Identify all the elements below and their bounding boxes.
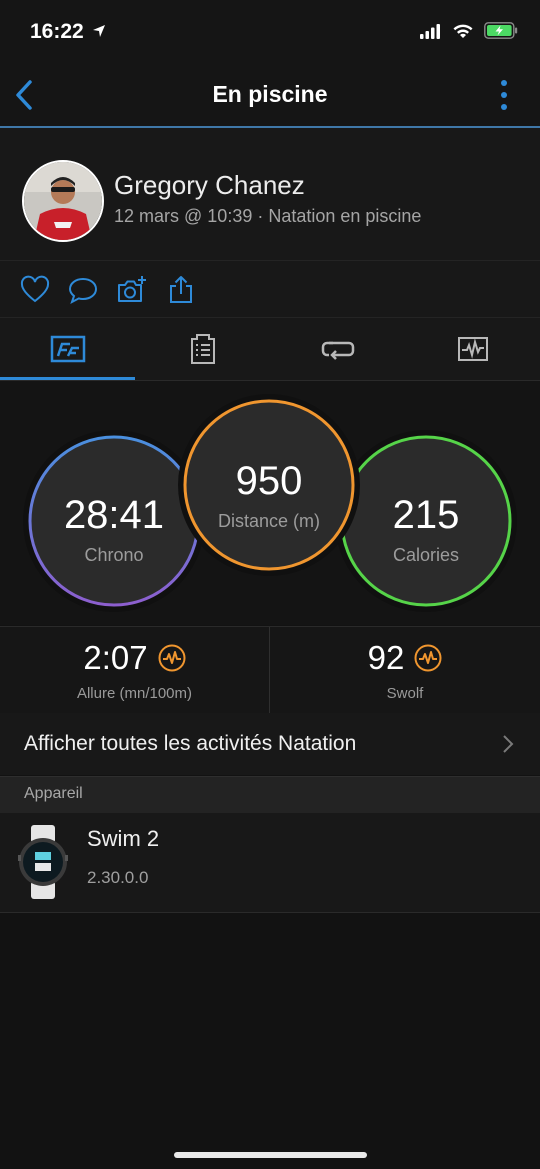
watch-icon xyxy=(18,825,68,899)
navigation-bar: En piscine xyxy=(0,64,540,128)
calories-ring: 215 Calories xyxy=(334,429,518,613)
avatar[interactable] xyxy=(22,160,104,242)
details-list-icon xyxy=(190,334,215,364)
signal-icon xyxy=(420,23,440,39)
tab-bar xyxy=(0,318,540,381)
chevron-right-icon xyxy=(503,735,514,753)
device-row[interactable]: Swim 2 2.30.0.0 xyxy=(0,813,540,913)
distance-value: 950 xyxy=(235,459,303,503)
calories-label: Calories xyxy=(392,545,460,565)
camera-add-icon xyxy=(118,276,146,302)
summary-rings: 28:41 Chrono 215 Calories 950 Distance (… xyxy=(0,381,540,625)
swolf-stat[interactable]: 92 Swolf xyxy=(270,627,540,713)
device-name: Swim 2 xyxy=(87,826,160,851)
pace-value: 2:07 xyxy=(83,639,148,676)
status-bar: 16:22 xyxy=(0,0,540,64)
summary-stats-icon xyxy=(50,335,85,363)
share-button[interactable] xyxy=(166,275,196,305)
heart-icon xyxy=(20,275,50,303)
activity-subtitle: 12 mars @ 10:39 · Natation en piscine xyxy=(114,206,422,226)
comment-button[interactable] xyxy=(68,275,98,305)
status-time: 16:22 xyxy=(30,20,106,44)
stats-row: 2:07 Allure (mn/100m) 92 Swolf xyxy=(0,626,540,714)
social-actions-bar xyxy=(0,261,540,318)
page-title: En piscine xyxy=(212,81,328,107)
avatar-photo xyxy=(24,162,102,240)
add-photo-button[interactable] xyxy=(116,275,146,305)
home-indicator[interactable] xyxy=(174,1152,367,1158)
device-version: 2.30.0.0 xyxy=(87,868,149,887)
all-swim-activities-label: Afficher toutes les activités Natation xyxy=(24,732,357,755)
all-swim-activities-link[interactable]: Afficher toutes les activités Natation xyxy=(0,713,540,775)
more-vertical-icon xyxy=(501,80,507,110)
user-name[interactable]: Gregory Chanez xyxy=(114,170,305,201)
battery-charging-icon xyxy=(484,22,518,39)
device-section-header: Appareil xyxy=(0,776,540,814)
swolf-value: 92 xyxy=(367,639,405,676)
pace-label: Allure (mn/100m) xyxy=(76,685,193,702)
share-icon xyxy=(170,276,192,303)
pace-stat[interactable]: 2:07 Allure (mn/100m) xyxy=(0,627,269,713)
location-arrow-icon xyxy=(92,25,105,37)
laps-loop-icon xyxy=(321,341,354,360)
tab-details[interactable] xyxy=(135,318,270,380)
distance-ring: 950 Distance (m) xyxy=(177,393,361,577)
wifi-icon xyxy=(453,24,473,38)
comment-icon xyxy=(68,277,98,305)
activity-pulse-icon xyxy=(414,644,442,672)
activity-pulse-icon xyxy=(158,644,186,672)
like-button[interactable] xyxy=(20,275,50,305)
active-tab-indicator xyxy=(0,377,135,380)
activity-header: Gregory Chanez 12 mars @ 10:39 · Natatio… xyxy=(0,128,540,261)
device-section-title: Appareil xyxy=(24,785,83,802)
tab-laps[interactable] xyxy=(270,318,405,380)
calories-value: 215 xyxy=(392,493,460,537)
status-icons xyxy=(420,22,518,39)
more-options-button[interactable] xyxy=(500,78,508,112)
tab-summary[interactable] xyxy=(0,318,135,380)
swolf-label: Swolf xyxy=(386,685,424,702)
chart-icon xyxy=(457,337,488,361)
distance-label: Distance (m) xyxy=(217,511,320,531)
tab-charts[interactable] xyxy=(405,318,540,380)
